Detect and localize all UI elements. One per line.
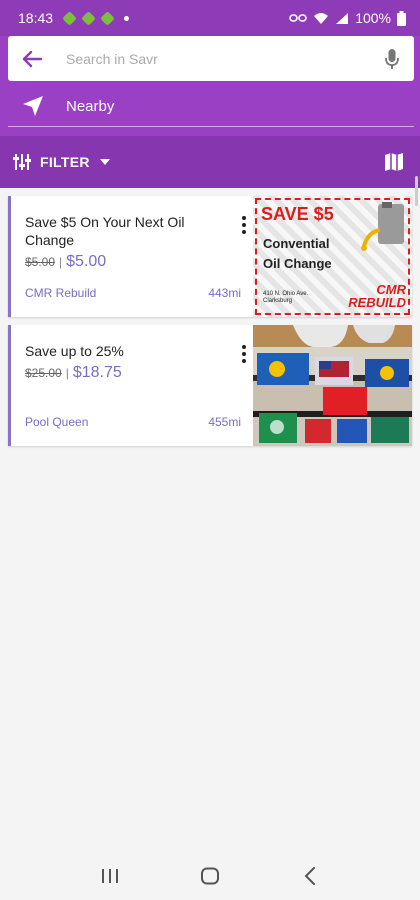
- deal-image: [253, 325, 412, 446]
- back-icon: [304, 867, 315, 885]
- deal-list: Save $5 On Your Next Oil Change $5.00 | …: [8, 196, 412, 454]
- notification-icons: [62, 10, 130, 26]
- filter-bar: FILTER: [0, 136, 420, 188]
- price-separator: |: [65, 366, 69, 380]
- more-vert-icon[interactable]: [237, 343, 251, 365]
- ad-address-line-1: 410 N. Ohio Ave.: [263, 291, 309, 297]
- ad-line-1: Convential: [263, 236, 330, 251]
- link-icon: [289, 14, 307, 22]
- deal-title: Save up to 25%: [25, 343, 124, 359]
- app-header: Nearby FILTER: [0, 36, 420, 188]
- logo-line-2: REBUILD: [348, 295, 406, 310]
- deal-card[interactable]: Save up to 25% $25.00 | $18.75 Pool Quee…: [8, 325, 412, 446]
- app-notification-icon: [100, 10, 115, 26]
- back-arrow-icon[interactable]: [8, 36, 56, 81]
- filter-sliders-icon: [13, 154, 31, 170]
- system-nav-bar: [0, 852, 420, 900]
- filter-label: FILTER: [40, 154, 90, 170]
- deal-price: $18.75: [72, 364, 122, 381]
- home-icon: [201, 867, 219, 885]
- more-vert-icon[interactable]: [237, 214, 251, 236]
- deal-image: SAVE $5 Convential Oil Change 410 N. Ohi…: [253, 196, 412, 317]
- navigation-arrow-icon: [0, 95, 66, 117]
- distance: 443mi: [208, 286, 241, 300]
- pool-products-image: [253, 325, 412, 446]
- signal-icon: [336, 12, 349, 24]
- nearby-label: Nearby: [66, 97, 115, 115]
- original-price: $5.00: [25, 255, 56, 269]
- deal-card-body: Save $5 On Your Next Oil Change $5.00 | …: [11, 196, 253, 317]
- ad-headline: SAVE $5: [261, 204, 334, 224]
- ad-address-line-2: Clarksburg: [263, 298, 293, 304]
- deal-price: $5.00: [66, 253, 107, 270]
- deal-card[interactable]: Save $5 On Your Next Oil Change $5.00 | …: [8, 196, 412, 317]
- battery-percent: 100%: [355, 10, 391, 26]
- deal-title: Save $5 On Your Next Oil Change: [25, 214, 185, 248]
- merchant-name: CMR Rebuild: [25, 286, 97, 300]
- mic-icon[interactable]: [370, 36, 414, 81]
- home-button[interactable]: [190, 856, 230, 896]
- merchant-name: Pool Queen: [25, 415, 89, 429]
- scrollbar[interactable]: [415, 176, 418, 206]
- oil-can-icon: [361, 202, 404, 251]
- search-input[interactable]: [56, 50, 370, 67]
- more-notifications-icon: [124, 15, 130, 21]
- price-separator: |: [59, 255, 63, 269]
- filter-button[interactable]: FILTER: [0, 136, 110, 188]
- caret-down-icon: [99, 159, 110, 165]
- cmr-rebuild-logo: CMR REBUILD: [348, 283, 406, 309]
- ad-line-2: Oil Change: [263, 256, 332, 271]
- oil-change-ad-image: SAVE $5 Convential Oil Change 410 N. Ohi…: [253, 196, 412, 317]
- price-row: $5.00 | $5.00: [25, 253, 253, 271]
- price-row: $25.00 | $18.75: [25, 364, 253, 382]
- nearby-location-button[interactable]: Nearby: [0, 86, 420, 126]
- app-notification-icon: [62, 10, 77, 26]
- back-button[interactable]: [290, 856, 330, 896]
- wifi-icon: [314, 12, 329, 24]
- map-icon: [385, 153, 403, 171]
- status-time: 18:43: [18, 10, 54, 26]
- ad-address: 410 N. Ohio Ave. Clarksburg: [263, 291, 308, 305]
- pool-shelf-illustration: [257, 325, 409, 443]
- header-divider: [8, 126, 414, 127]
- status-right: 100%: [289, 10, 406, 26]
- recents-icon: [102, 869, 118, 883]
- status-bar: 18:43 100%: [0, 0, 420, 36]
- recents-button[interactable]: [90, 856, 130, 896]
- distance: 455mi: [208, 415, 241, 429]
- map-view-button[interactable]: [368, 136, 420, 188]
- app-notification-icon: [81, 10, 96, 26]
- battery-icon: [397, 10, 406, 26]
- deal-card-body: Save up to 25% $25.00 | $18.75 Pool Quee…: [11, 325, 253, 446]
- search-bar: [8, 36, 414, 81]
- original-price: $25.00: [25, 366, 62, 380]
